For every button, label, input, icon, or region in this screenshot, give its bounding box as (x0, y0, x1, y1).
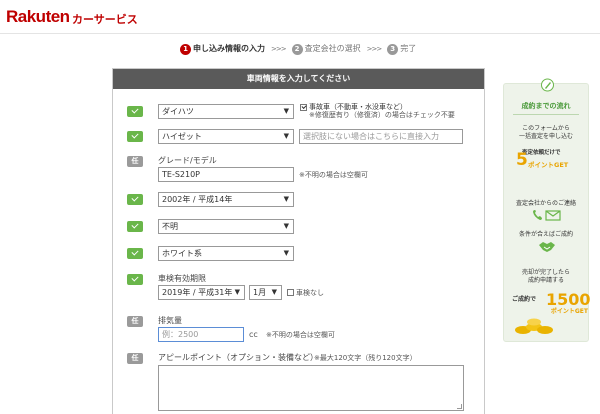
step-2: 2 査定会社の選択 (291, 43, 361, 55)
inspection-month-value: 1月 (253, 288, 267, 297)
displacement-input[interactable]: 例：2500 (158, 327, 244, 342)
year-value: 2002年 / 平成14年 (162, 195, 233, 204)
grade-note: ※不明の場合は空欄可 (299, 171, 368, 179)
sidebar-step1-line1: このフォームから (522, 125, 570, 132)
check-icon (127, 194, 143, 205)
vehicle-info-form: 車両情報を入力してください ダイハツ ▼ 事故車（不動車・水没車など） ※修復歴有… (112, 68, 485, 414)
no-inspection-label: 車検なし (296, 289, 324, 297)
check-icon (127, 248, 143, 259)
badge-get: ポイントGET (528, 161, 569, 169)
step-1: 1 申し込み情報の入力 (180, 43, 265, 55)
badge-points: 5 (516, 150, 528, 170)
maker-select[interactable]: ダイハツ ▼ (158, 104, 294, 119)
dropdown-arrow-icon: ▼ (271, 288, 277, 296)
dropdown-arrow-icon: ▼ (234, 288, 240, 296)
step-number: 1 (180, 44, 191, 55)
sidebar-title: 成約までの流れ (504, 101, 588, 115)
appeal-label: アピールポイント（オプション・装備など） (158, 353, 318, 362)
flow-sidebar: 成約までの流れ このフォームから 一括査定を申し込む 査定依頼だけで 5 ポイン… (503, 78, 591, 342)
model-value: ハイゼット (162, 132, 202, 141)
sidebar-step3: 条件が合えばご成約 (518, 231, 573, 238)
sidebar-step4-line1: 売却が完了したら (521, 269, 570, 276)
no-inspection-checkbox[interactable] (287, 289, 294, 296)
step-number: 3 (387, 44, 399, 55)
handshake-icon (539, 242, 555, 252)
year-select[interactable]: 2002年 / 平成14年 ▼ (158, 192, 294, 207)
rakuten-logo[interactable]: Rakuten (6, 7, 70, 27)
resize-handle-icon[interactable] (457, 404, 462, 409)
pencil-icon (541, 78, 554, 92)
success-point-badge: ご成約で 1500 ポイントGET (508, 289, 591, 339)
sidebar-step1-line2: 一括査定を申し込む (518, 133, 573, 140)
appeal-textarea[interactable] (158, 365, 464, 411)
color-value: ホワイト系 (162, 249, 202, 258)
inspection-year-select[interactable]: 2019年 / 平成31年 ▼ (158, 285, 245, 300)
accident-car-checkbox[interactable] (300, 104, 307, 111)
badge-get: ポイントGET (550, 308, 588, 315)
inspection-month-select[interactable]: 1月 ▼ (249, 285, 282, 300)
sidebar-step4-line2: 成約申請する (527, 277, 564, 284)
step-label: 申し込み情報の入力 (193, 44, 265, 53)
progress-steps: 1 申し込み情報の入力 >>> 2 査定会社の選択 >>> 3 完了 (180, 42, 416, 56)
step-label: 査定会社の選択 (304, 44, 361, 53)
dropdown-arrow-icon: ▼ (283, 222, 289, 230)
site-header: Rakuten カーサービス (0, 0, 600, 34)
check-icon (127, 131, 143, 142)
point-badge: 査定依頼だけで 5 ポイントGET (514, 147, 580, 173)
model-free-input[interactable]: 選択肢にない場合はこちらに直接入力 (299, 129, 463, 144)
badge-caption: ご成約で (512, 296, 537, 303)
sidebar-step2: 査定会社からのご連絡 (515, 200, 576, 207)
model-select[interactable]: ハイゼット ▼ (158, 129, 294, 144)
mileage-select[interactable]: 不明 ▼ (158, 219, 294, 234)
mileage-value: 不明 (162, 222, 178, 231)
step-number: 2 (291, 44, 303, 55)
step-3: 3 完了 (387, 43, 416, 55)
check-icon (127, 106, 143, 117)
step-separator: >>> (271, 45, 287, 53)
optional-badge: 任 (127, 353, 143, 364)
optional-badge: 任 (127, 156, 143, 167)
maker-value: ダイハツ (162, 107, 194, 116)
displacement-unit: cc (249, 330, 258, 339)
step-separator: >>> (366, 45, 383, 53)
badge-caption: 査定依頼だけで (522, 150, 561, 156)
appeal-limit: ※最大120文字（残り120文字） (314, 354, 417, 362)
form-heading: 車両情報を入力してください (113, 69, 484, 89)
check-icon (127, 221, 143, 232)
dropdown-arrow-icon: ▼ (283, 195, 289, 203)
step-label: 完了 (400, 44, 417, 53)
phone-icon (533, 210, 561, 221)
dropdown-arrow-icon: ▼ (283, 107, 289, 115)
grade-input[interactable]: TE-S210P (158, 167, 294, 182)
check-icon (127, 274, 143, 285)
grade-label: グレード/モデル (158, 156, 217, 165)
inspection-label: 車検有効期限 (158, 274, 206, 283)
coins-icon (515, 318, 553, 334)
dropdown-arrow-icon: ▼ (283, 132, 289, 140)
badge-points: 1500 (546, 290, 591, 309)
optional-badge: 任 (127, 316, 143, 327)
displacement-label: 排気量 (158, 316, 182, 325)
accident-car-note: ※修復歴有り（修復済）の場合はチェック不要 (309, 111, 455, 119)
displacement-note: ※不明の場合は空欄可 (266, 331, 335, 339)
inspection-year-value: 2019年 / 平成31年 (162, 288, 233, 297)
color-select[interactable]: ホワイト系 ▼ (158, 246, 294, 261)
dropdown-arrow-icon: ▼ (283, 249, 289, 257)
service-name[interactable]: カーサービス (72, 11, 138, 27)
